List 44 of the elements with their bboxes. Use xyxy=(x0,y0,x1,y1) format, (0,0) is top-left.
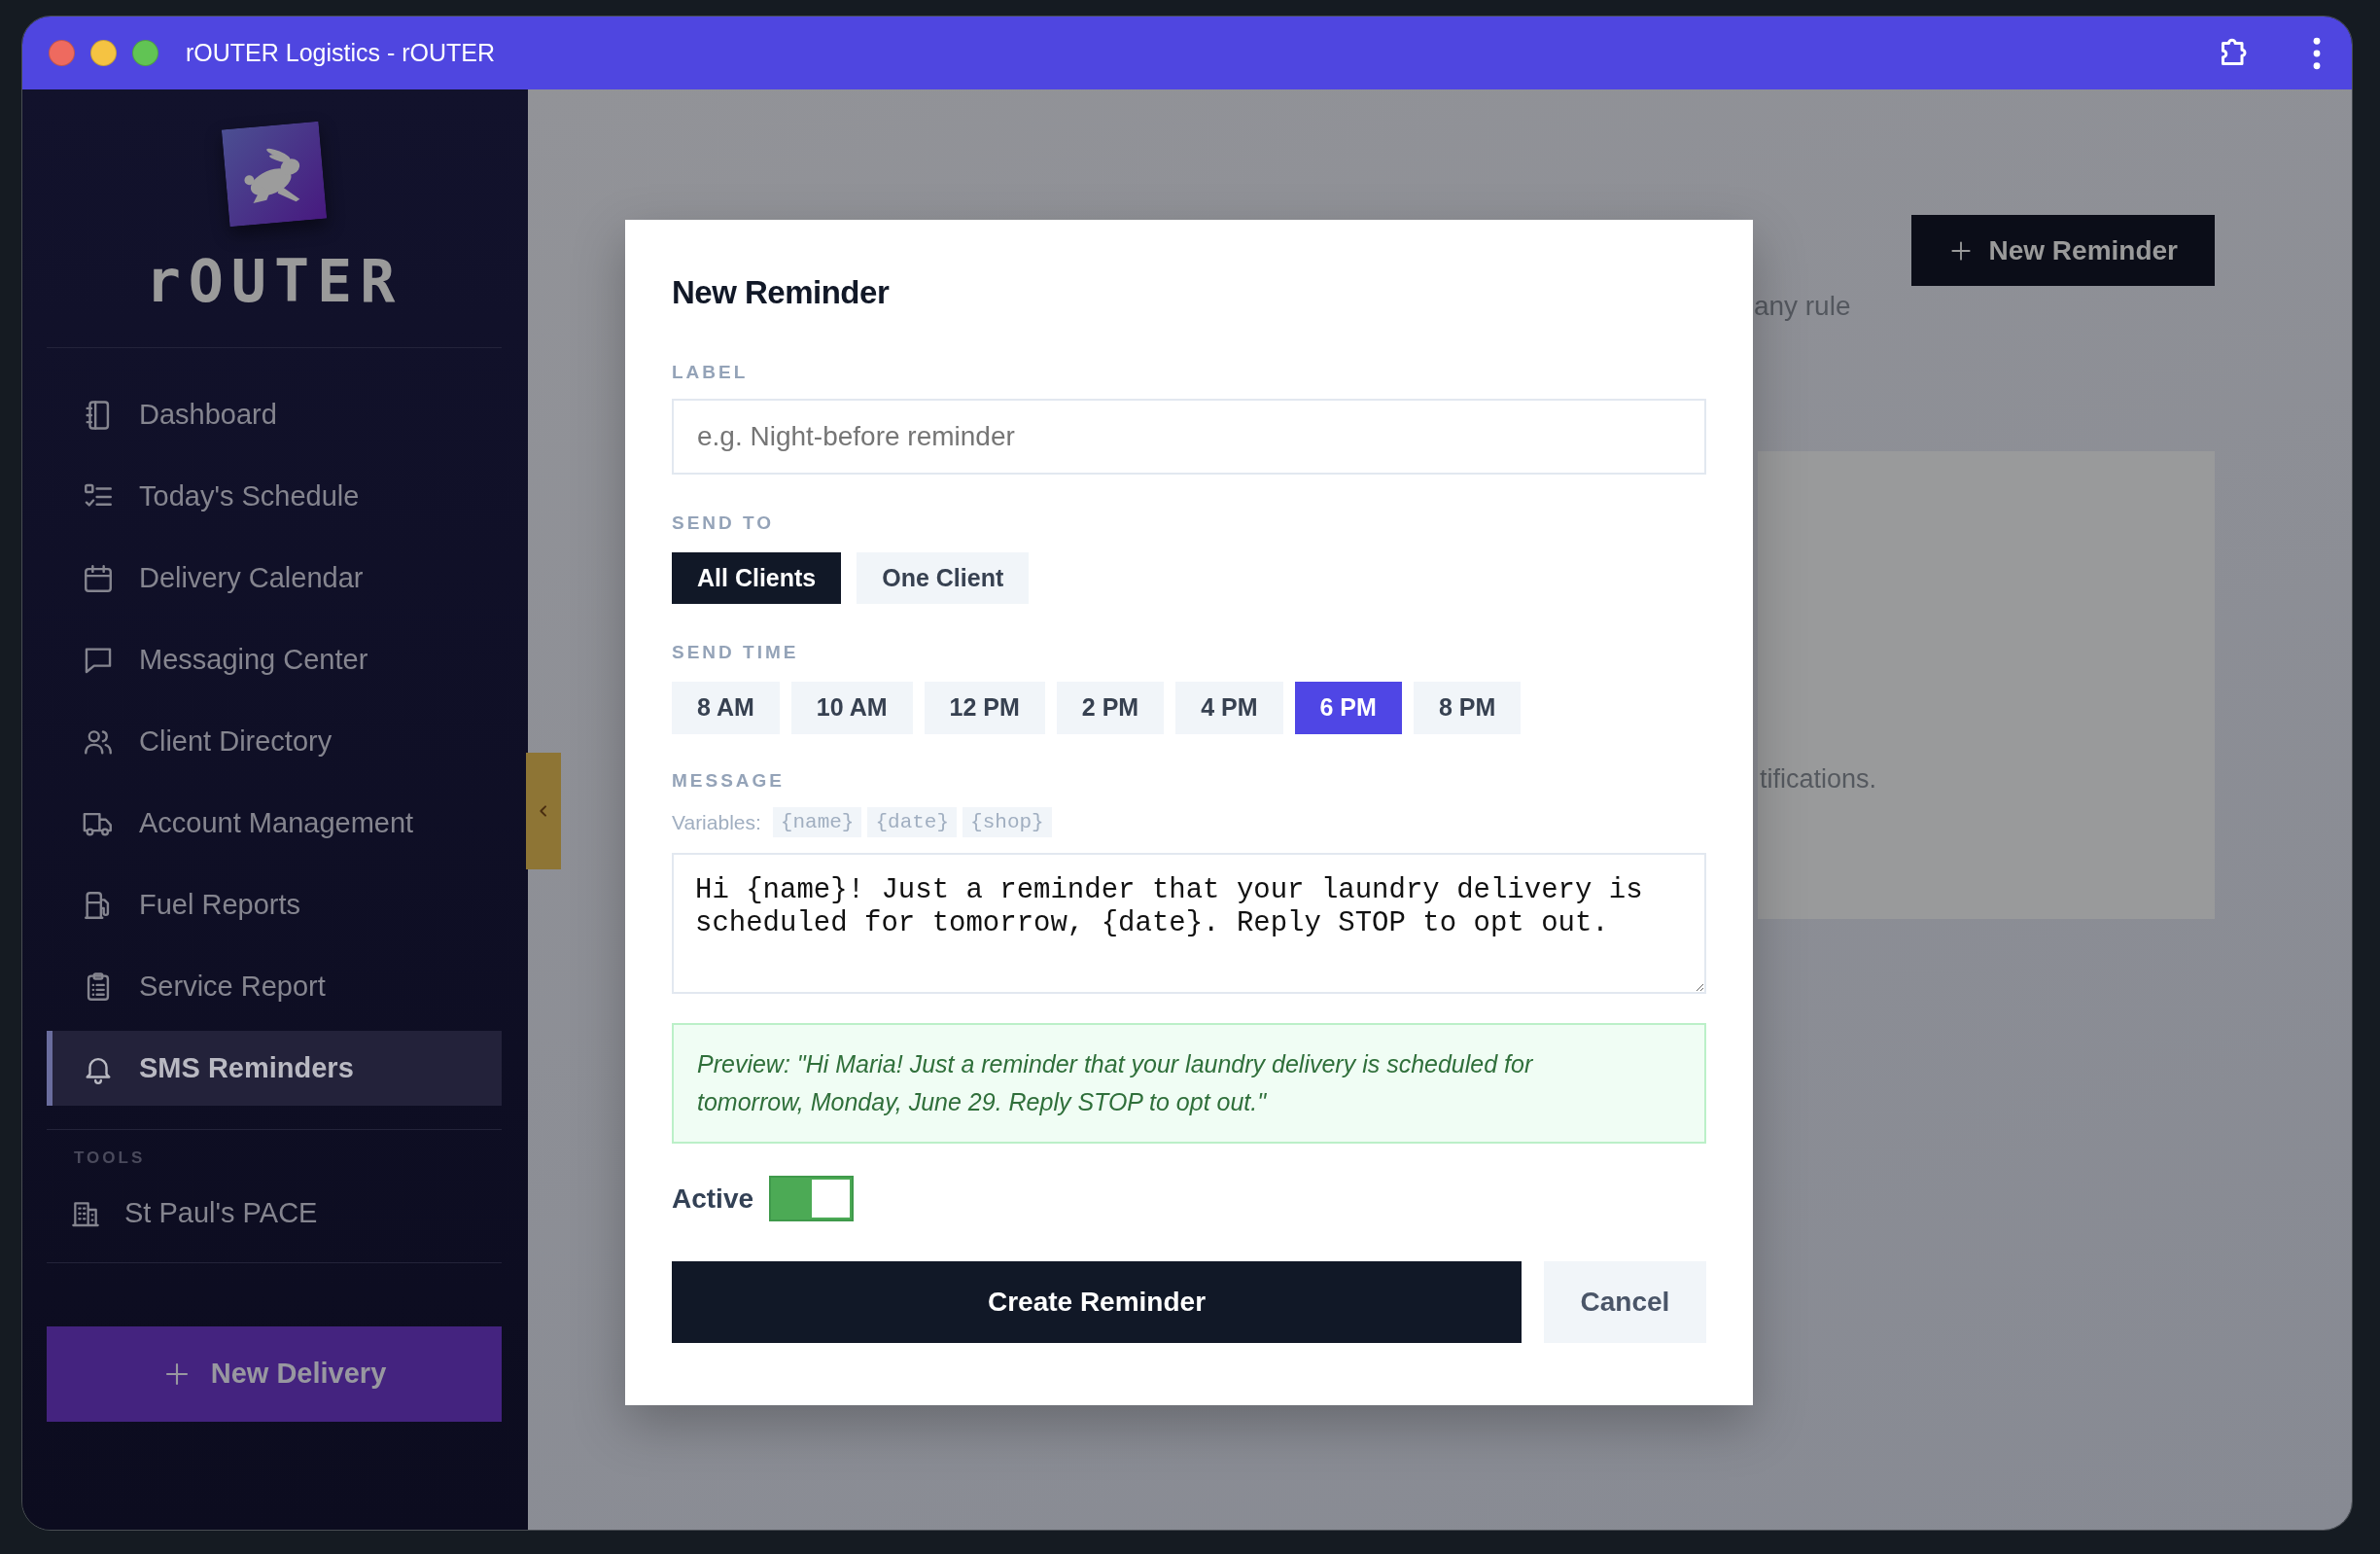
preview-message: Preview: "Hi Maria! Just a reminder that your laundry delivery is scheduled for tomorrow, Monday, June 29. Reply STOP to opt out." xyxy=(672,1023,1706,1144)
field-label: SEND TO xyxy=(672,512,776,535)
create-reminder-button[interactable]: Create Reminder xyxy=(672,1261,1522,1343)
time-option[interactable]: 8 AM xyxy=(672,682,780,734)
time-option[interactable]: 10 AM xyxy=(790,682,913,734)
page-subtitle: any rule xyxy=(1753,290,1851,323)
new-delivery-button[interactable]: New Delivery xyxy=(47,1326,502,1422)
field-label: MESSAGE xyxy=(672,769,787,793)
sidebar-nav-item[interactable]: Dashboard xyxy=(47,377,502,452)
empty-state-text: tifications. xyxy=(1760,764,1877,794)
label-input[interactable]: e.g. Night-before reminder xyxy=(672,399,1706,475)
window-close-button[interactable] xyxy=(49,40,75,66)
more-options-icon[interactable] xyxy=(2311,36,2323,70)
brand-wordmark: rOUTER xyxy=(144,252,404,310)
field-label: SEND TIME xyxy=(672,641,800,664)
toggle-switch[interactable] xyxy=(769,1176,855,1221)
field-label: LABEL xyxy=(672,361,750,384)
recipient-option[interactable]: One Client xyxy=(857,552,1030,604)
message-field[interactable]: Hi {name}! Just a reminder that your laundry delivery is scheduled for tomorrow, {date}. Reply STOP to opt out. xyxy=(672,853,1706,994)
active-label: Active xyxy=(672,1182,754,1216)
sidebar-nav-item[interactable]: Account Management xyxy=(47,786,502,861)
sidebar-nav-item[interactable]: Fuel Reports xyxy=(47,867,502,942)
new-reminder-button[interactable]: New Reminder xyxy=(1910,215,2215,286)
time-option[interactable]: 2 PM xyxy=(1056,682,1165,734)
sidebar-nav-item[interactable]: Today's Schedule xyxy=(47,459,502,534)
time-option[interactable]: 12 PM xyxy=(924,682,1045,734)
sidebar-nav-item[interactable]: Service Report xyxy=(47,949,502,1024)
collapse-handle[interactable] xyxy=(526,753,561,869)
sidebar-nav-item[interactable]: SMS Reminders xyxy=(47,1031,502,1106)
section-heading: TOOLS xyxy=(74,1148,147,1168)
dialog-title: New Reminder xyxy=(672,273,891,312)
cancel-button[interactable]: Cancel xyxy=(1544,1261,1706,1343)
sidebar-nav-item[interactable]: Messaging Center xyxy=(47,622,502,697)
window-maximize-button[interactable] xyxy=(132,40,158,66)
sidebar-nav-item[interactable]: St Paul's PACE xyxy=(47,1184,502,1243)
time-option[interactable]: 4 PM xyxy=(1175,682,1283,734)
time-option[interactable]: 6 PM xyxy=(1294,682,1402,734)
window-title: rOUTER Logistics - rOUTER xyxy=(186,37,496,68)
sidebar-nav-item[interactable]: Client Directory xyxy=(47,704,502,779)
variables-caption: Variables: xyxy=(672,809,761,835)
window-minimize-button[interactable] xyxy=(90,40,117,66)
recipient-option[interactable]: All Clients xyxy=(672,552,842,604)
sidebar-nav-item[interactable]: Delivery Calendar xyxy=(47,541,502,616)
time-option[interactable]: 8 PM xyxy=(1413,682,1522,734)
